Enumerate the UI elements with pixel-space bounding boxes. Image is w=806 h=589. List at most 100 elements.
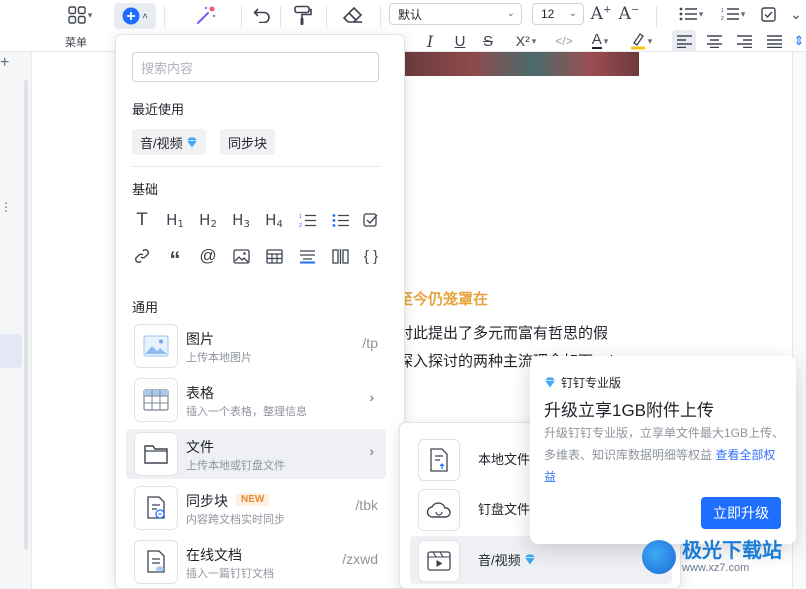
heading2-icon[interactable]: H2	[197, 209, 219, 231]
menu-button[interactable]: ▾	[62, 4, 98, 26]
svg-text:1: 1	[721, 8, 724, 14]
underline-button[interactable]: U	[450, 30, 470, 52]
font-increase-icon: A+	[590, 4, 612, 24]
item-subtitle: 上传本地图片	[186, 352, 252, 364]
insert-item-image[interactable]: 图片 上传本地图片 /tp	[126, 321, 386, 371]
format-painter-button[interactable]	[290, 3, 316, 29]
heading1-icon[interactable]: H1	[164, 209, 186, 231]
table-icon[interactable]	[263, 245, 285, 267]
sync-doc-icon	[134, 486, 178, 530]
increase-font-button[interactable]: A+	[590, 3, 612, 25]
text-icon[interactable]: T	[131, 209, 153, 231]
watermark-logo-icon	[642, 540, 676, 574]
chip-label: 音/视频	[140, 135, 183, 151]
checkbox-icon[interactable]	[360, 209, 382, 231]
insert-item-file[interactable]: 文件 上传本地或钉盘文件 ›	[126, 429, 386, 479]
heading3-icon[interactable]: H3	[230, 209, 252, 231]
font-decrease-icon: A−	[618, 4, 640, 24]
line-spacing-button[interactable]: ⇕	[792, 30, 806, 52]
item-title: 图片	[186, 331, 214, 347]
sidebar-selected-item[interactable]	[0, 334, 22, 368]
sidebar-scrollbar[interactable]	[24, 80, 28, 550]
strikethrough-button[interactable]: S	[478, 30, 498, 52]
mention-icon[interactable]: @	[197, 245, 219, 267]
insert-item-sync-block[interactable]: 同步块 NEW 内容跨文档实时同步 /tbk	[126, 483, 386, 533]
align-center-button[interactable]	[702, 30, 726, 52]
recent-chip-sync-block[interactable]: 同步块	[220, 129, 276, 155]
insert-button[interactable]: ˄	[114, 3, 156, 29]
item-shortcut: /zxwd	[342, 551, 378, 567]
image-icon[interactable]	[230, 245, 252, 267]
toolbar-divider	[656, 6, 657, 28]
align-right-button[interactable]	[732, 30, 756, 52]
paint-roller-icon	[294, 5, 312, 25]
toolbar-divider	[326, 6, 327, 28]
numbered-list-icon: 12	[721, 8, 739, 21]
add-icon[interactable]: +	[0, 54, 9, 72]
highlight-button[interactable]: ▾	[624, 30, 658, 52]
image-icon	[134, 324, 178, 368]
highlight-block-icon[interactable]	[296, 245, 318, 267]
item-subtitle: 内容跨文档实时同步	[186, 514, 285, 526]
align-left-button[interactable]	[672, 30, 696, 52]
pro-tag: 钉钉专业版	[544, 374, 621, 391]
chevron-down-icon: ▾	[698, 8, 704, 19]
italic-button[interactable]: I	[420, 30, 440, 52]
font-color-button[interactable]: A ▾	[584, 30, 616, 52]
undo-button[interactable]	[250, 3, 274, 27]
search-input[interactable]: 搜索内容	[132, 52, 379, 82]
submenu-label: 音/视频	[478, 553, 521, 568]
submenu-label-row: 音/视频	[478, 550, 536, 569]
strikethrough-icon: S	[482, 32, 493, 50]
align-right-icon	[736, 34, 752, 48]
align-left-icon	[676, 34, 692, 48]
superscript-icon: X²	[515, 33, 530, 49]
insert-item-table[interactable]: 表格 插入一个表格，整理信息 ›	[126, 375, 386, 425]
chip-label: 同步块	[228, 135, 268, 151]
grid-icon	[68, 6, 86, 24]
bullet-list-icon	[679, 7, 697, 21]
chevron-up-icon: ˄	[142, 11, 148, 21]
link-icon[interactable]	[131, 245, 153, 267]
font-family-value: 默认	[398, 7, 423, 22]
insert-item-online-doc[interactable]: 在线文档 插入一篇钉钉文档 /zxwd	[126, 537, 386, 587]
quote-icon[interactable]: “	[164, 245, 186, 271]
font-size-select[interactable]: 12 ⌄	[532, 3, 584, 25]
bullet-list-icon[interactable]	[329, 209, 351, 231]
task-list-button[interactable]	[758, 3, 778, 25]
numbered-list-button[interactable]: 12 ▾	[716, 3, 750, 25]
chevron-down-icon: ▾	[87, 9, 93, 20]
recent-chip-audio-video[interactable]: 音/视频	[132, 129, 206, 155]
bullet-list-button[interactable]: ▾	[674, 3, 708, 25]
code-block-icon[interactable]: { }	[360, 245, 382, 267]
clear-format-button[interactable]	[340, 3, 366, 27]
watermark-url: www.xz7.com	[682, 562, 750, 574]
toolbar-divider	[280, 6, 281, 28]
heading4-icon[interactable]: H4	[263, 209, 285, 231]
ai-magic-button[interactable]	[192, 3, 220, 27]
numbered-list-icon[interactable]: 12	[296, 209, 318, 231]
chevron-right-icon: ›	[369, 443, 374, 459]
columns-icon[interactable]	[329, 245, 351, 267]
decrease-font-button[interactable]: A−	[618, 3, 640, 25]
inline-code-button[interactable]: </>	[552, 30, 576, 52]
upgrade-popup: 钉钉专业版 升级立享1GB附件上传 升级钉钉专业版，立享单文件最大1GB上传、多…	[530, 356, 796, 544]
font-family-select[interactable]: 默认 ⌄	[389, 3, 522, 25]
toolbar-divider	[164, 6, 165, 28]
upgrade-now-button[interactable]: 立即升级	[701, 497, 781, 529]
document-image[interactable]	[402, 52, 639, 76]
item-title: 在线文档	[186, 547, 242, 563]
font-size-value: 12	[541, 7, 555, 21]
italic-icon: I	[426, 31, 434, 51]
recent-section-title: 最近使用	[132, 102, 185, 117]
more-icon[interactable]: ⋮	[0, 200, 12, 214]
cloud-icon	[418, 489, 460, 531]
align-justify-button[interactable]	[762, 30, 786, 52]
item-subtitle: 上传本地或钉盘文件	[186, 460, 285, 472]
pro-tag-label: 钉钉专业版	[561, 376, 622, 390]
superscript-button[interactable]: X² ▾	[508, 30, 544, 52]
item-title: 文件	[186, 439, 214, 455]
more-lists-button[interactable]: ⌄	[786, 3, 806, 25]
item-title: 同步块	[186, 493, 228, 509]
align-justify-icon	[766, 34, 782, 48]
